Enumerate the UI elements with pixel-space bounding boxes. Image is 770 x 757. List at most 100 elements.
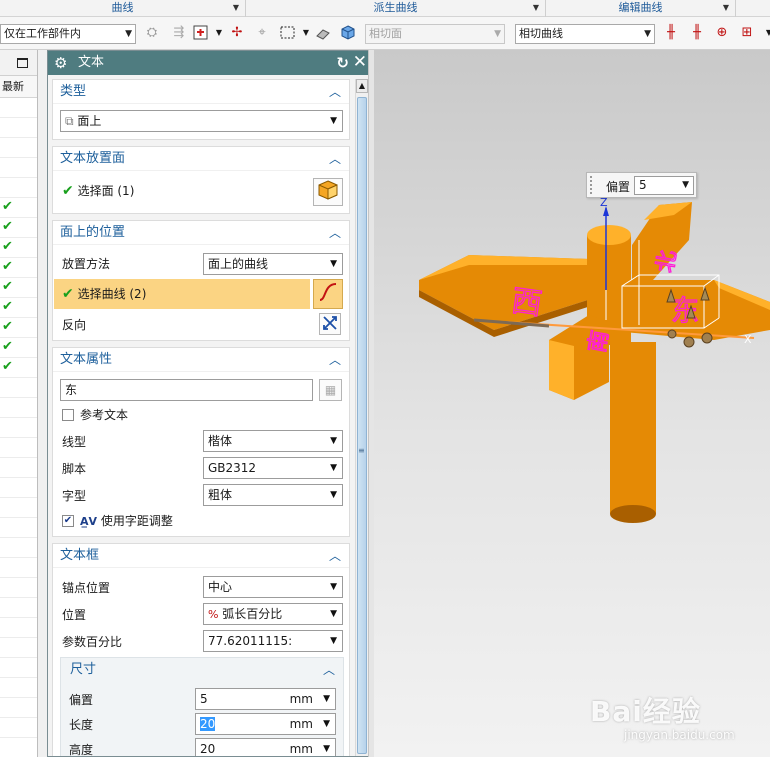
select-curve-text[interactable]: ✔ 选择曲线 (2) [62,285,146,303]
select-face-button[interactable] [313,178,343,206]
gear-icon[interactable]: ⚙ [54,51,67,75]
list-item[interactable]: ✔ [0,278,37,298]
ribbon-group-curve[interactable]: 曲线 ▼ [0,0,246,17]
collapse-caret-icon[interactable]: ︿ [329,147,341,171]
trim-curve-icon[interactable]: ╫ [688,24,706,42]
type-select[interactable]: ⧉ 面上 ▼ [60,110,343,132]
select-face-row[interactable]: ✔ 选择面 (1) [62,182,134,200]
list-item[interactable]: ✔ [0,298,37,318]
list-item[interactable] [0,118,37,138]
snap-point-icon[interactable]: ⇶ [170,24,188,42]
drag-grip-icon[interactable] [590,176,595,194]
ribbon-group-edit-curve[interactable]: 编辑曲线 ▼ [546,0,736,17]
section-text-props-header[interactable]: 文本属性 ︿ [53,348,349,372]
quadrant-point-icon[interactable]: ⌖ [253,24,271,42]
pattern-curve-icon[interactable]: ⊕ [713,24,731,42]
chevron-down-icon[interactable]: ▼ [297,24,315,42]
list-item[interactable] [0,698,37,718]
close-icon[interactable]: ✕ [353,50,367,74]
intersection-point-icon[interactable]: ✢ [228,24,246,42]
ribbon-group-derived-curve[interactable]: 派生曲线 ▼ [246,0,546,17]
list-item[interactable] [0,98,37,118]
list-item[interactable] [0,658,37,678]
collapse-caret-icon[interactable]: ︿ [329,221,341,245]
collapse-caret-icon[interactable]: ︿ [329,544,341,568]
list-item[interactable]: ✔ [0,258,37,278]
dialog-scrollbar[interactable]: ▲ ≡ [355,79,368,756]
placement-method-select[interactable]: 面上的曲线 ▼ [203,253,343,275]
length-input[interactable]: 20 mm ▼ [195,713,336,735]
list-item[interactable]: ✔ [0,338,37,358]
section-position-header[interactable]: 面上的位置 ︿ [53,221,349,245]
kerning-checkbox[interactable]: ✔ [62,515,74,527]
chevron-down-icon[interactable]: ▼ [210,24,228,42]
param-percent-input[interactable]: 77.62011115: ▼ [203,630,343,652]
list-item[interactable] [0,558,37,578]
tangent-curve-combo[interactable]: 相切曲线 ▼ [515,24,655,44]
reset-icon[interactable]: ↻ [336,51,349,75]
section-type-header[interactable]: 类型 ︿ [53,80,349,104]
list-item[interactable] [0,158,37,178]
scroll-up-icon[interactable]: ▲ [356,79,368,93]
reverse-direction-button[interactable] [319,313,341,335]
list-item[interactable] [0,378,37,398]
position-select[interactable]: % 弧长百分比 ▼ [203,603,343,625]
select-curve-button[interactable] [313,279,343,309]
collapse-caret-icon[interactable]: ︿ [329,80,341,104]
list-item[interactable] [0,598,37,618]
script-select[interactable]: GB2312 ▼ [203,457,343,479]
post-body[interactable] [610,342,656,520]
list-item[interactable] [0,718,37,738]
anchor-select[interactable]: 中心 ▼ [203,576,343,598]
list-item[interactable]: ✔ [0,238,37,258]
list-item[interactable] [0,138,37,158]
list-item[interactable] [0,578,37,598]
list-item[interactable] [0,618,37,638]
list-item[interactable]: ✔ [0,318,37,338]
list-item[interactable]: ✔ [0,218,37,238]
tangent-face-combo[interactable]: 相切面 ▼ [365,24,505,44]
cube-select-icon[interactable] [339,24,357,42]
offset-input[interactable]: 5 mm ▼ [195,688,336,710]
text-input[interactable]: 东 [60,379,313,401]
offset-float-input[interactable]: 偏置 5 ▼ [586,172,697,198]
rectangle-select-icon[interactable] [279,24,297,42]
chevron-down-icon[interactable]: ▼ [723,0,729,16]
chevron-down-icon[interactable]: ▼ [760,24,770,42]
collapse-caret-icon[interactable]: ︿ [323,658,335,682]
list-item[interactable] [0,478,37,498]
symbol-picker-button[interactable]: ▦ [319,379,342,401]
column-header-latest[interactable]: 最新 [0,76,37,98]
list-item[interactable] [0,538,37,558]
snap-off-icon[interactable]: ⛭ [143,24,161,42]
scope-combo[interactable]: 仅在工作部件内 ▼ [0,24,136,44]
list-item[interactable] [0,678,37,698]
eraser-icon[interactable] [314,24,332,42]
maximize-icon[interactable] [17,58,28,68]
chevron-down-icon[interactable]: ▼ [533,0,539,16]
text-north-char[interactable]: 北 [652,248,682,275]
chevron-down-icon[interactable]: ▼ [233,0,239,16]
line-type-select[interactable]: 楷体 ▼ [203,430,343,452]
list-item[interactable] [0,498,37,518]
text-west-char[interactable]: 西 [509,283,545,323]
graphics-viewport[interactable]: Z X 西 东 北 南 [374,50,770,757]
list-item[interactable] [0,178,37,198]
list-item[interactable] [0,518,37,538]
point-snap-icon[interactable] [192,24,210,42]
section-text-box-header[interactable]: 文本框 ︿ [53,544,349,568]
boundary-curve-icon[interactable]: ╫ [662,24,680,42]
reference-text-checkbox[interactable] [62,409,74,421]
list-item[interactable]: ✔ [0,358,37,378]
offset-float-field[interactable]: 5 ▼ [634,176,694,195]
text-south-char[interactable]: 南 [584,328,614,355]
curve-options-icon[interactable]: ⊞ [738,24,756,42]
text-east-char[interactable]: 东 [670,293,699,327]
list-item[interactable] [0,638,37,658]
font-style-select[interactable]: 粗体 ▼ [203,484,343,506]
subsection-dimensions-header[interactable]: 尺寸 ︿ [61,658,343,682]
collapse-caret-icon[interactable]: ︿ [329,348,341,372]
list-item[interactable] [0,398,37,418]
section-placement-face-header[interactable]: 文本放置面 ︿ [53,147,349,171]
list-item[interactable]: ✔ [0,198,37,218]
